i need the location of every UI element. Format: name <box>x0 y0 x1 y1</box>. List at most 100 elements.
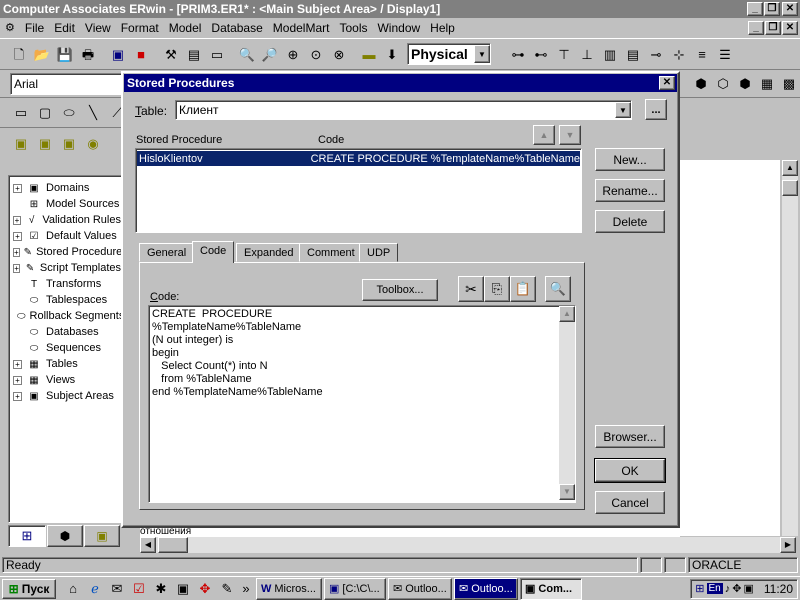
tab-general[interactable]: General <box>139 243 195 262</box>
quicklaunch-ie-icon[interactable]: ℯ <box>84 579 106 599</box>
doc-close-button[interactable]: ✕ <box>782 20 798 35</box>
volume-icon[interactable]: ♪ <box>725 583 731 595</box>
hammer-icon[interactable]: ⚒ <box>160 43 182 65</box>
close-button[interactable]: ✕ <box>782 2 798 16</box>
tree-item[interactable]: ⬭ Sequences <box>13 340 121 356</box>
menu-help[interactable]: Help <box>425 21 460 35</box>
entity-tool-icon-1[interactable]: ▣ <box>10 132 32 154</box>
zoom-normal-icon[interactable]: ⊙ <box>305 43 327 65</box>
paste-icon[interactable]: 📋 <box>510 276 536 302</box>
task-outlook-1[interactable]: ✉ Outloo... <box>388 577 452 600</box>
tab-code[interactable]: Code <box>192 241 235 263</box>
entity-tool-icon-4[interactable]: ◉ <box>82 132 104 154</box>
rectangle-icon[interactable]: ▭ <box>10 102 32 124</box>
diagram-canvas[interactable] <box>680 160 780 536</box>
display-icon[interactable]: ▭ <box>206 43 228 65</box>
expand-icon[interactable]: + <box>13 247 20 257</box>
expand-icon[interactable]: + <box>13 215 21 225</box>
zoom-reset-icon[interactable]: ⊗ <box>328 43 350 65</box>
copy-icon[interactable]: ⎘ <box>484 276 510 302</box>
copy-icon[interactable]: ▣ <box>107 43 129 65</box>
rename-button[interactable]: Rename... <box>595 179 665 202</box>
tab-comment[interactable]: Comment <box>299 243 363 262</box>
cut-icon[interactable]: ✂ <box>458 276 484 302</box>
quicklaunch-paint-icon[interactable]: ✎ <box>216 579 238 599</box>
tree-item[interactable]: + √ Validation Rules <box>13 212 121 228</box>
rows-icon[interactable]: ▤ <box>622 43 644 65</box>
explorer-tab-display[interactable]: ▣ <box>84 525 120 547</box>
expand-icon[interactable]: + <box>13 391 22 401</box>
doc-restore-button[interactable]: ❐ <box>765 20 781 35</box>
stored-procedure-row[interactable]: HisloKlientov CREATE PROCEDURE %Template… <box>137 151 580 166</box>
ok-button[interactable]: OK <box>594 458 666 483</box>
menu-format[interactable]: Format <box>116 21 164 35</box>
color-icon[interactable]: ■ <box>130 43 152 65</box>
quicklaunch-tool-icon[interactable]: ✱ <box>150 579 172 599</box>
expand-icon[interactable]: + <box>13 263 21 273</box>
line-icon[interactable]: ╲ <box>82 102 104 124</box>
menu-window[interactable]: Window <box>372 21 425 35</box>
menu-edit[interactable]: Edit <box>49 21 80 35</box>
scroll-up-arrow[interactable]: ▲ <box>782 160 798 176</box>
tree-item[interactable]: + ▦ Views <box>13 372 121 388</box>
link-icon[interactable]: ⊸ <box>645 43 667 65</box>
quicklaunch-check-icon[interactable]: ☑ <box>128 579 150 599</box>
task-erwin[interactable]: ▣ Com... <box>520 577 582 600</box>
model-explorer-tree[interactable]: + ▣ Domains ⊞ Model Sources + √ Validation Rule… <box>8 175 122 523</box>
stored-procedure-list[interactable]: HisloKlientov CREATE PROCEDURE %Template… <box>135 148 582 233</box>
code-editor[interactable]: CREATE PROCEDURE %TemplateName%TableName… <box>148 305 576 503</box>
menu-view[interactable]: View <box>80 21 116 35</box>
display-mode-icon[interactable]: ▬ <box>358 43 380 65</box>
dialog-close-button[interactable]: ✕ <box>659 76 675 90</box>
tree-item[interactable]: + ▣ Subject Areas <box>13 388 121 404</box>
tab-expanded[interactable]: Expanded <box>236 243 302 262</box>
doc-minimize-button[interactable]: _ <box>748 20 764 35</box>
task-outlook-2[interactable]: ✉ Outloo... <box>454 577 518 600</box>
code-vertical-scrollbar[interactable]: ▲ ▼ <box>559 306 575 500</box>
cancel-button[interactable]: Cancel <box>595 491 665 514</box>
toolbox-button[interactable]: Toolbox... <box>362 279 438 301</box>
tree-item[interactable]: ⬭ Tablespaces <box>13 292 121 308</box>
entity-editor-icon[interactable]: ▤ <box>183 43 205 65</box>
expand-icon[interactable]: + <box>13 375 22 385</box>
columns-icon[interactable]: ▥ <box>599 43 621 65</box>
explorer-tab-subject[interactable]: ⬢ <box>47 525 83 547</box>
expand-icon[interactable]: + <box>13 183 22 193</box>
download-icon[interactable]: ⬇ <box>381 43 403 65</box>
task-word[interactable]: W Micros... <box>256 577 322 600</box>
move-down-button[interactable]: ▼ <box>559 125 581 145</box>
menu-database[interactable]: Database <box>206 21 267 35</box>
scroll-right-arrow[interactable]: ▶ <box>780 537 796 553</box>
task-explorer[interactable]: ▣ [C:\C\... <box>324 577 386 600</box>
entity-tool-icon-2[interactable]: ▣ <box>34 132 56 154</box>
cube-icon-1[interactable]: ⬢ <box>690 73 712 95</box>
distribute-icon[interactable]: ☰ <box>714 43 736 65</box>
zoom-in-icon[interactable]: 🔎 <box>259 43 281 65</box>
print-icon[interactable]: 🖶 <box>77 43 99 65</box>
table-browse-button[interactable]: ... <box>645 99 667 120</box>
relation-icon-1[interactable]: ⊶ <box>507 43 529 65</box>
tree-item[interactable]: + ▣ Domains <box>13 180 121 196</box>
minimize-button[interactable]: _ <box>747 2 763 16</box>
quicklaunch-app-icon[interactable]: ▣ <box>172 579 194 599</box>
tree-item[interactable]: T Transforms <box>13 276 121 292</box>
tree-item[interactable]: + ✎ Script Templates <box>13 260 121 276</box>
cube-icon-3[interactable]: ⬢ <box>734 73 756 95</box>
maximize-button[interactable]: ❐ <box>764 2 780 16</box>
move-up-button[interactable]: ▲ <box>533 125 555 145</box>
hscroll-thumb[interactable] <box>158 537 188 553</box>
tree-item[interactable]: ⊞ Model Sources <box>13 196 121 212</box>
zoom-out-icon[interactable]: 🔍 <box>236 43 258 65</box>
menu-model[interactable]: Model <box>164 21 207 35</box>
tree-item[interactable]: + ✎ Stored Procedures <box>13 244 121 260</box>
align-icon[interactable]: ≡ <box>691 43 713 65</box>
view-mode-select[interactable]: Physical ▼ <box>407 43 491 65</box>
new-file-icon[interactable]: 🗋 <box>8 43 30 65</box>
expand-icon[interactable]: + <box>13 359 22 369</box>
ellipse-icon[interactable]: ⬭ <box>58 102 80 124</box>
font-name-select[interactable]: Arial <box>10 72 122 95</box>
tree-item[interactable]: + ☑ Default Values <box>13 228 121 244</box>
save-icon[interactable]: 💾 <box>54 43 76 65</box>
tree-item[interactable]: + ▦ Tables <box>13 356 121 372</box>
unlink-icon[interactable]: ⊹ <box>668 43 690 65</box>
